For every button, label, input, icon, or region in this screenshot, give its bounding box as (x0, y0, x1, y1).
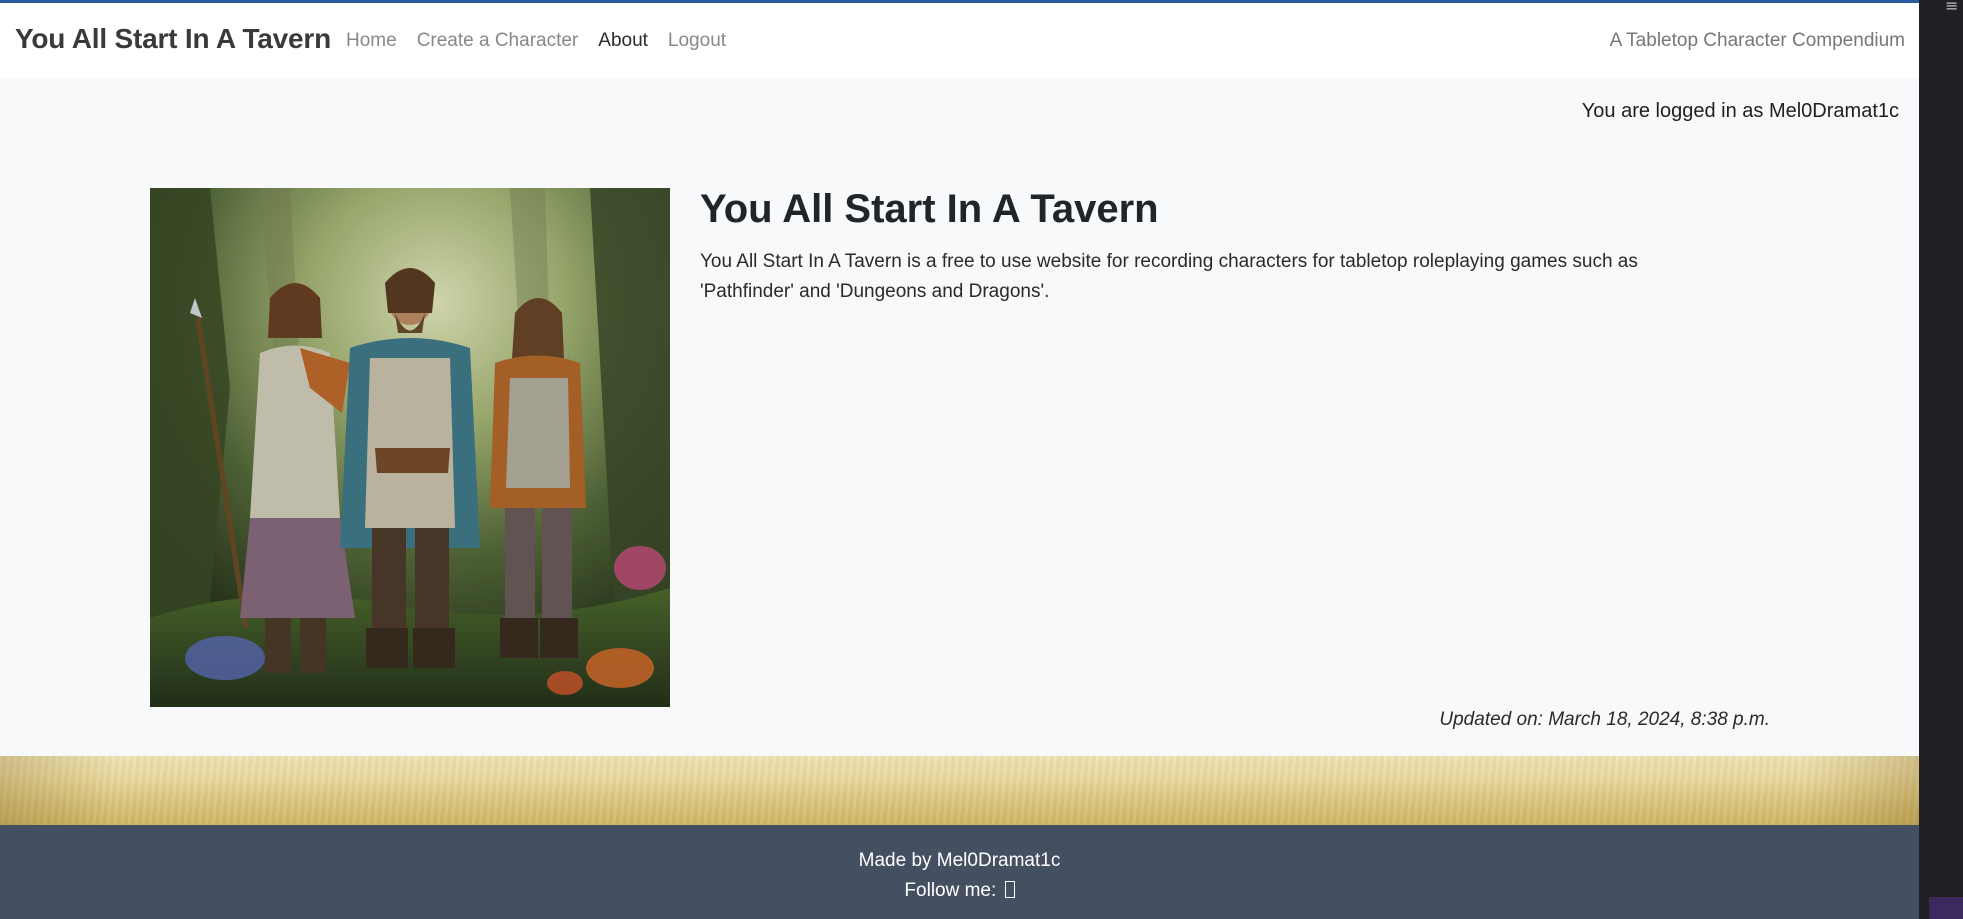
navbar: You All Start In A Tavern Home Create a … (0, 3, 1919, 78)
social-link-icon[interactable] (1004, 881, 1015, 898)
nav-create-character-link[interactable]: Create a Character (417, 30, 579, 52)
nav-about-link[interactable]: About (598, 30, 648, 52)
nav-home-link[interactable]: Home (346, 30, 397, 52)
page-title: You All Start In A Tavern (700, 187, 1159, 231)
browser-viewport: You All Start In A Tavern Home Create a … (0, 0, 1919, 919)
parchment-banner (0, 756, 1919, 825)
footer-follow-label: Follow me: (904, 880, 997, 901)
adventurers-painting (150, 188, 670, 707)
footer-made-by: Made by Mel0Dramat1c (858, 850, 1061, 871)
nav-logout-link[interactable]: Logout (668, 30, 726, 52)
adventurers-painting-art (150, 188, 670, 707)
footer: Made by Mel0Dramat1c Follow me: (0, 825, 1919, 919)
site-tagline: A Tabletop Character Compendium (1609, 30, 1905, 51)
taskbar-corner (1929, 897, 1963, 919)
window-side-strip: ≡ (1919, 0, 1963, 919)
page-description: You All Start In A Tavern is a free to u… (700, 251, 1638, 302)
brand-link[interactable]: You All Start In A Tavern (15, 23, 331, 55)
menu-icon[interactable]: ≡ (1945, 0, 1959, 14)
login-status: You are logged in as Mel0Dramat1c (1581, 100, 1899, 122)
updated-timestamp: Updated on: March 18, 2024, 8:38 p.m. (1439, 709, 1770, 730)
footer-follow: Follow me: (0, 880, 1919, 902)
nav-links: Home Create a Character About Logout (346, 30, 726, 52)
